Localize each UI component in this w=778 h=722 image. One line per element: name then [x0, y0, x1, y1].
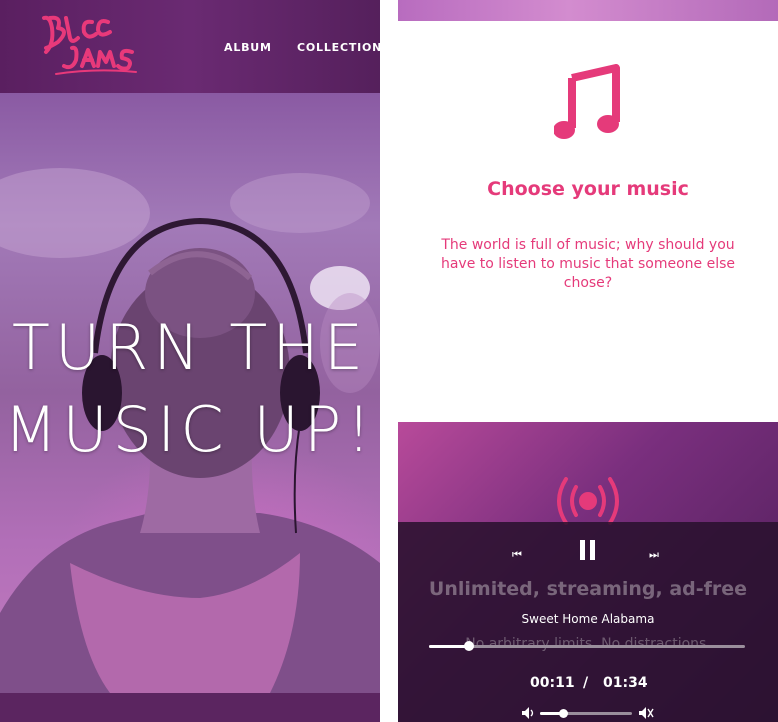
volume-bar[interactable] [540, 712, 632, 715]
previous-icon[interactable]: ⏮ [512, 548, 522, 562]
hero-section: TURN THE MUSIC UP! [0, 93, 380, 693]
selling-point-description: The world is full of music; why should y… [440, 237, 736, 291]
volume-mute-icon[interactable] [638, 706, 654, 720]
selling-point-title: Choose your music [487, 178, 689, 200]
left-pane: ALBUM COLLECTION TURN THE MUSIC UP! [0, 0, 380, 722]
volume-bar-thumb[interactable] [559, 709, 568, 718]
seek-bar-thumb[interactable] [463, 641, 474, 651]
hero-title: TURN THE MUSIC UP! [0, 307, 380, 471]
pause-icon[interactable] [580, 540, 596, 560]
hero-title-line-1: TURN THE [11, 311, 369, 384]
hero-image-strip [398, 0, 778, 21]
hero-bottom-strip [0, 693, 380, 722]
seek-bar-fill [429, 645, 469, 648]
seek-bar[interactable] [429, 645, 745, 648]
hero-title-line-2: MUSIC UP! [3, 393, 377, 466]
bloc-jams-logo[interactable] [36, 8, 142, 78]
nav-collection-link[interactable]: COLLECTION [297, 41, 380, 54]
music-note-icon [554, 64, 620, 139]
nav-album-link[interactable]: ALBUM [224, 41, 272, 54]
right-pane: Choose your music The world is full of m… [398, 0, 778, 722]
navbar: ALBUM COLLECTION [0, 0, 380, 93]
next-icon[interactable]: ⏭ [649, 548, 659, 562]
volume-down-icon[interactable] [521, 706, 537, 720]
pane-divider [380, 0, 398, 722]
